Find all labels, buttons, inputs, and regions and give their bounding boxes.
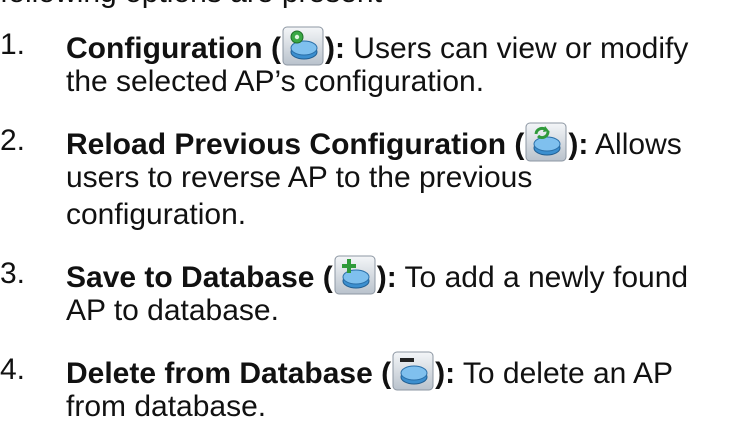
- item-line: users to reverse AP to the previous: [66, 161, 533, 194]
- item-line: Delete from Database ( ): To delete an A…: [66, 351, 738, 391]
- item-title: Save to Database (: [66, 261, 333, 294]
- item-text: Configuration ( ): Users can view or mod…: [66, 26, 738, 100]
- item-line: Reload Previous Configuration (): Allow…: [66, 122, 738, 162]
- item-number: 3.: [0, 257, 26, 290]
- reload-arrows-icon: [525, 122, 567, 162]
- add-plus-icon: [334, 255, 376, 295]
- item-number: 2.: [0, 124, 26, 157]
- config-gear-icon: [282, 26, 324, 66]
- item-desc: Users can view or modify: [344, 32, 689, 65]
- item-title-close: ):: [324, 32, 345, 65]
- item-line: AP to database.: [66, 294, 279, 327]
- item-title: Configuration (: [66, 32, 281, 65]
- delete-minus-icon: [392, 351, 434, 391]
- item-line: from database.: [66, 390, 267, 423]
- item-text: Save to Database ( ): To add a newly fou…: [66, 255, 738, 329]
- item-title: Delete from Database (: [66, 357, 392, 390]
- item-number: 1.: [0, 28, 26, 61]
- item-desc: To add a newly found: [396, 261, 689, 294]
- item-text: Reload Previous Configuration (): Allow…: [66, 122, 738, 233]
- item-line: Configuration ( ): Users can view or mod…: [66, 26, 738, 66]
- item-desc: To delete an AP: [455, 357, 674, 390]
- item-number: 4.: [0, 353, 26, 386]
- item-text: Delete from Database ( ): To delete an A…: [66, 351, 738, 425]
- item-line: Save to Database ( ): To add a newly fou…: [66, 255, 738, 295]
- item-title-close: ):: [568, 128, 589, 161]
- item-line: configuration.: [66, 198, 247, 231]
- item-desc: Allows: [588, 128, 682, 161]
- item-line: the selected AP’s configuration.: [66, 65, 485, 98]
- item-title-close: ):: [376, 261, 397, 294]
- item-title: Reload Previous Configuration (: [66, 128, 525, 161]
- item-title-close: ):: [435, 357, 456, 390]
- clipped-previous-line: following options are present: [0, 0, 740, 11]
